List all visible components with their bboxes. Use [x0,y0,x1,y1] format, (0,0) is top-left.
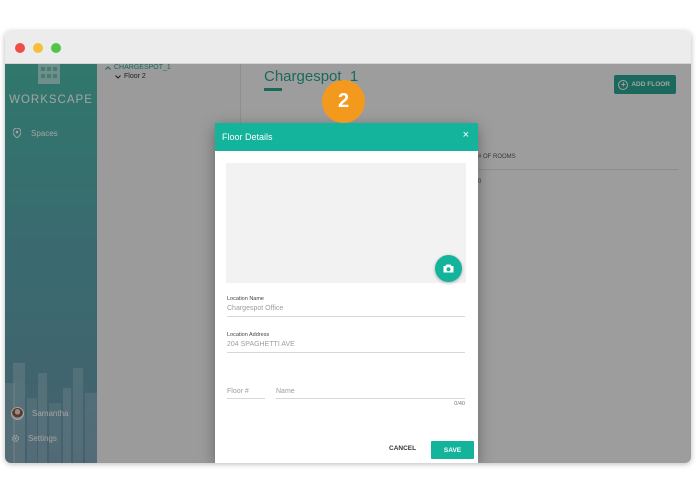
upload-photo-button[interactable] [435,255,462,282]
location-address-underline [227,352,465,353]
floor-number-underline [227,398,265,399]
save-button[interactable]: SAVE [431,441,474,459]
camera-icon [443,264,454,273]
dialog-title: Floor Details [222,132,273,142]
floor-details-dialog: Floor Details × Location Name Chargespot… [215,123,478,463]
cancel-button[interactable]: CANCEL [389,445,416,452]
step-number-badge: 2 [322,80,365,123]
location-address-label: Location Address [227,332,270,338]
close-icon[interactable]: × [463,130,469,141]
location-address-input[interactable]: 204 SPAGHETTI AVE [227,341,295,348]
app-content: WORKSCAPE Spaces Samantha Settings CHARG… [5,64,691,463]
close-window-button[interactable] [15,43,25,53]
window-titlebar [5,31,691,64]
floor-name-input[interactable]: Name [276,388,295,395]
floor-number-input[interactable]: Floor # [227,388,249,395]
minimize-window-button[interactable] [33,43,43,53]
name-char-counter: 0/40 [454,401,465,407]
location-name-label: Location Name [227,296,264,302]
location-name-input[interactable]: Chargespot Office [227,305,283,312]
floor-image-upload[interactable] [226,163,466,283]
floor-name-underline [276,398,465,399]
maximize-window-button[interactable] [51,43,61,53]
location-name-underline [227,316,465,317]
dialog-header: Floor Details × [215,123,478,151]
